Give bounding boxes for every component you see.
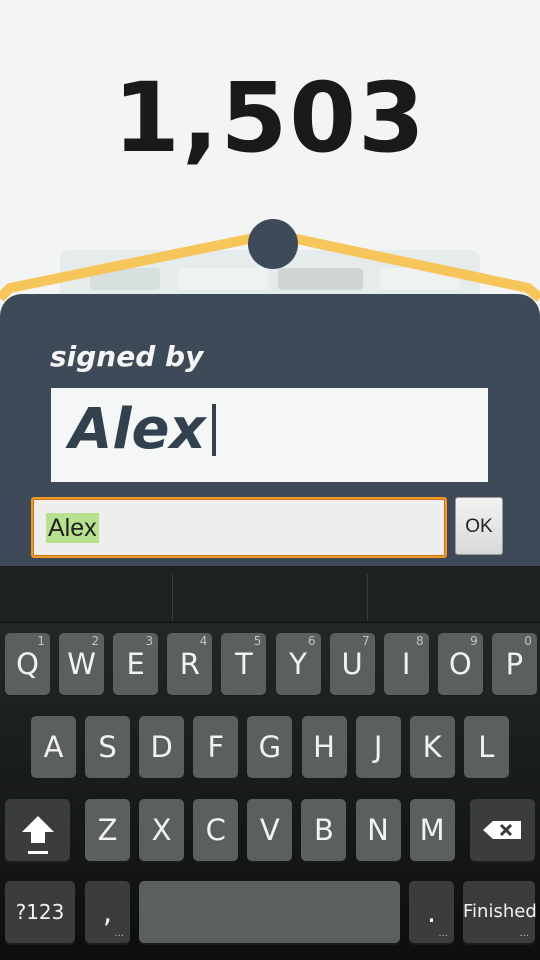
- key-number-hint: 0: [524, 634, 532, 648]
- key-w-label: W: [67, 647, 96, 681]
- key-c-label: C: [205, 813, 226, 847]
- key-y-label: Y: [289, 647, 307, 681]
- key-z-label: Z: [97, 813, 118, 847]
- key-h[interactable]: H: [301, 716, 347, 778]
- key-n-label: N: [367, 813, 389, 847]
- key-v[interactable]: V: [247, 799, 293, 861]
- key-k-label: K: [422, 730, 442, 764]
- key-number-hint: 8: [416, 634, 424, 648]
- key-z[interactable]: Z: [85, 799, 130, 861]
- ok-button[interactable]: OK: [455, 497, 503, 555]
- name-input-value[interactable]: Alex: [46, 513, 99, 543]
- key-v-label: V: [259, 813, 280, 847]
- space-bar[interactable]: [139, 881, 400, 943]
- comma-key[interactable]: ,...: [85, 881, 130, 943]
- key-number-hint: 9: [470, 634, 478, 648]
- key-t[interactable]: T5: [221, 633, 267, 695]
- soft-keyboard: Q 1 W 2 E 3 R 4 T 5 Y 6 U 7 I 8 O 9 P 0 A S D F G H J K L Z X C V B N M ?123…: [0, 566, 540, 960]
- key-q[interactable]: Q1: [5, 633, 50, 695]
- key-u-label: U: [341, 647, 363, 681]
- more-keys-indicator: ...: [519, 928, 529, 939]
- key-k[interactable]: K: [409, 716, 455, 778]
- key-e-label: E: [126, 647, 145, 681]
- period-key-label: .: [426, 895, 437, 929]
- key-w[interactable]: W2: [59, 633, 105, 695]
- background-tab: [278, 268, 363, 290]
- comma-key-label: ,: [102, 895, 113, 929]
- key-p[interactable]: P0: [491, 633, 537, 695]
- suggestion-divider: [367, 574, 368, 620]
- name-input[interactable]: Alex: [31, 497, 447, 558]
- key-s-label: S: [98, 730, 117, 764]
- key-j[interactable]: J: [355, 716, 401, 778]
- key-h-label: H: [313, 730, 335, 764]
- backspace-key[interactable]: [470, 799, 535, 861]
- key-i[interactable]: I8: [383, 633, 429, 695]
- key-b-label: B: [313, 813, 334, 847]
- background-tab: [178, 268, 268, 290]
- key-number-hint: 2: [91, 634, 100, 648]
- key-u[interactable]: U7: [329, 633, 375, 695]
- key-j-label: J: [373, 730, 383, 764]
- finished-key-label: Finished: [463, 901, 537, 922]
- shift-key[interactable]: [5, 799, 70, 861]
- signature-box: Alex: [51, 388, 488, 482]
- key-r-label: R: [179, 647, 200, 681]
- key-number-hint: 3: [145, 634, 154, 648]
- key-r[interactable]: R4: [167, 633, 213, 695]
- key-l[interactable]: L: [463, 716, 509, 778]
- signature-value: Alex: [69, 397, 206, 462]
- key-m[interactable]: M: [409, 799, 455, 861]
- signed-by-label: signed by: [50, 340, 204, 373]
- key-x-label: X: [151, 813, 172, 847]
- text-caret: [211, 404, 216, 456]
- key-b[interactable]: B: [301, 799, 347, 861]
- key-d-label: D: [150, 730, 173, 764]
- key-l-label: L: [478, 730, 495, 764]
- key-a[interactable]: A: [31, 716, 76, 778]
- key-m-label: M: [419, 813, 445, 847]
- key-x[interactable]: X: [139, 799, 185, 861]
- key-a-label: A: [43, 730, 64, 764]
- key-f-label: F: [207, 730, 225, 764]
- key-t-label: T: [235, 647, 253, 681]
- key-number-hint: 6: [307, 634, 316, 648]
- signature-text: Alex: [69, 402, 216, 458]
- key-n[interactable]: N: [355, 799, 401, 861]
- more-keys-indicator: ...: [438, 928, 448, 939]
- key-number-hint: 7: [361, 634, 370, 648]
- shift-arrow-icon: [21, 816, 54, 854]
- key-o[interactable]: O9: [437, 633, 483, 695]
- key-e[interactable]: E3: [113, 633, 159, 695]
- key-number-hint: 5: [253, 634, 262, 648]
- key-number-hint: 1: [37, 634, 45, 648]
- key-d[interactable]: D: [139, 716, 185, 778]
- finished-key[interactable]: Finished...: [463, 881, 537, 943]
- score-display: 1,503: [113, 62, 427, 174]
- key-g[interactable]: G: [247, 716, 293, 778]
- key-c[interactable]: C: [193, 799, 239, 861]
- suggestion-strip: [0, 566, 540, 623]
- key-g-label: G: [258, 730, 282, 764]
- key-q-label: Q: [16, 647, 39, 681]
- hanger-nail: [248, 219, 298, 269]
- period-key[interactable]: ....: [409, 881, 454, 943]
- backspace-icon: [482, 821, 521, 839]
- key-s[interactable]: S: [85, 716, 131, 778]
- key-y[interactable]: Y6: [275, 633, 321, 695]
- more-keys-indicator: ...: [114, 928, 124, 939]
- symbols-key-label: ?123: [15, 900, 65, 924]
- key-f[interactable]: F: [193, 716, 239, 778]
- key-p-label: P: [505, 647, 524, 681]
- key-o-label: O: [448, 647, 472, 681]
- symbols-key[interactable]: ?123: [5, 881, 75, 943]
- key-number-hint: 4: [199, 634, 208, 648]
- suggestion-divider: [172, 574, 173, 620]
- key-i-label: I: [401, 647, 411, 681]
